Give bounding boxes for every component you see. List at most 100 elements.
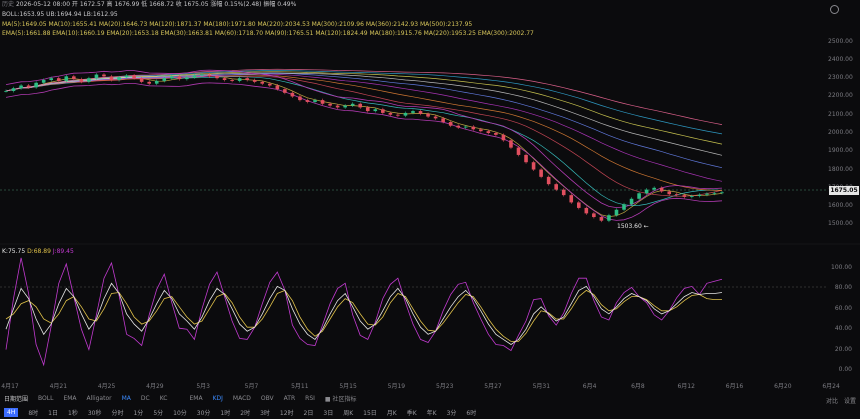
candle-body <box>486 131 491 133</box>
timeframe-button[interactable]: 30分 <box>197 408 211 417</box>
timeframe-button[interactable]: 周K <box>343 408 353 417</box>
sub-indicator-button[interactable]: ■ 社区指标 <box>325 394 357 403</box>
timeframe-button[interactable]: 8时 <box>28 408 38 417</box>
time-axis-tick: 6月20 <box>774 383 792 390</box>
candle-body <box>690 196 694 197</box>
right-tool-button[interactable]: 设置 <box>844 396 856 405</box>
indicator-button[interactable]: EMA <box>63 395 76 402</box>
timeframe-button[interactable]: 1分 <box>133 408 143 417</box>
candle-body <box>629 198 634 205</box>
right-tools: 对比 设置 <box>826 396 856 405</box>
candle-body <box>712 192 717 194</box>
candle-body <box>72 76 76 80</box>
timeframe-button[interactable]: 4H <box>4 407 19 417</box>
time-axis-tick: 5月19 <box>387 383 406 390</box>
candle-body <box>117 77 121 81</box>
candle-body <box>426 113 430 117</box>
price-axis-tick: 2200.00 <box>828 92 853 100</box>
candle-body <box>4 90 8 92</box>
candle-body <box>531 162 536 170</box>
candle-body <box>11 88 16 91</box>
candle-body <box>275 85 280 90</box>
candle-body <box>222 78 227 81</box>
timeframe-button[interactable]: 3分 <box>447 408 457 417</box>
sub-indicator-button[interactable]: MACD <box>233 395 251 402</box>
sub-indicator-button[interactable]: OBV <box>261 395 274 402</box>
timeframe-button[interactable]: 5分 <box>153 408 163 417</box>
timeframe-button[interactable]: 2日 <box>304 408 314 417</box>
price-axis-tick: 2400.00 <box>828 55 853 63</box>
candle-body <box>705 193 709 195</box>
candle-body <box>132 75 136 79</box>
time-axis-tick: 6月4 <box>582 383 597 390</box>
price-chart[interactable] <box>0 0 860 392</box>
candle-body <box>207 74 212 77</box>
candle-body <box>185 77 189 80</box>
candle-body <box>448 122 453 126</box>
price-axis-tick: 1800.00 <box>828 165 853 173</box>
candle-body <box>260 81 265 84</box>
timeframe-button[interactable]: 1时 <box>220 408 230 417</box>
candle-body <box>328 103 332 106</box>
time-axis-tick: 6月24 <box>822 383 840 390</box>
candle-body <box>49 78 54 81</box>
candle-body <box>56 78 61 81</box>
sub-indicator-button[interactable]: KDJ <box>213 395 223 402</box>
sub-indicator-button[interactable]: ATR <box>284 395 295 402</box>
candle-body <box>388 112 393 115</box>
candle-body <box>463 126 468 128</box>
candle-body <box>607 215 611 221</box>
kdj-k-line <box>5 282 723 345</box>
candle-body <box>350 103 355 106</box>
candle-body <box>170 76 174 79</box>
sub-indicator-button[interactable]: EMA <box>190 395 203 402</box>
right-tool-button[interactable]: 对比 <box>826 396 838 405</box>
price-axis-tick: 2100.00 <box>828 110 853 118</box>
indicator-button[interactable]: MA <box>122 395 131 402</box>
timeframe-button[interactable]: 6时 <box>466 408 476 417</box>
indicator-button[interactable]: 日期范围 <box>4 394 28 403</box>
candle-body <box>441 118 445 123</box>
candle-body <box>433 116 438 119</box>
timeframe-button[interactable]: 2时 <box>240 408 250 417</box>
indicator-button[interactable]: Alligator <box>87 395 112 402</box>
timeframe-button[interactable]: 10分 <box>173 408 187 417</box>
candle-body <box>667 191 672 195</box>
timeframe-button[interactable]: 1日 <box>48 408 58 417</box>
timeframe-button[interactable]: 3日 <box>323 408 333 417</box>
timeframe-button[interactable]: 年K <box>427 408 437 417</box>
timeframe-button[interactable]: 季K <box>407 408 417 417</box>
candle-body <box>26 85 31 88</box>
candle-body <box>64 76 69 81</box>
candle-body <box>652 187 656 190</box>
candle-body <box>501 134 506 141</box>
candle-body <box>147 81 151 84</box>
timeframe-toolbar: 4H 8时 1日 1秒 30秒 分时 1分 5分 10分 30分 1时 2时 3时 12时 2日 3日 周K 15… <box>0 405 860 419</box>
candle-body <box>674 194 679 196</box>
candle-body <box>87 78 91 82</box>
sub-indicator-button[interactable]: RSI <box>305 395 315 402</box>
time-axis-tick: 5月31 <box>532 383 551 390</box>
timeframe-button[interactable]: 1秒 <box>68 408 78 417</box>
time-axis-tick: 4月25 <box>97 383 116 390</box>
low-marker-label: 1503.60 ← <box>617 223 649 230</box>
timeframe-button[interactable]: 分时 <box>111 408 123 417</box>
candle-body <box>252 80 257 82</box>
time-axis-tick: 4月21 <box>49 383 68 390</box>
timeframe-button[interactable]: 月K <box>387 408 397 417</box>
timeframe-button[interactable]: 15日 <box>363 408 377 417</box>
time-axis-tick: 6月16 <box>725 383 744 390</box>
time-axis-tick: 4月17 <box>1 383 19 390</box>
price-axis-tick: 2300.00 <box>828 74 853 82</box>
indicator-button[interactable]: BOLL <box>38 395 53 402</box>
candle-body <box>644 189 649 194</box>
candle-body <box>162 78 167 81</box>
timeframe-button[interactable]: 30秒 <box>88 408 102 417</box>
candle-body <box>215 76 219 79</box>
timeframe-button[interactable]: 12时 <box>280 408 294 417</box>
timeframe-button[interactable]: 3时 <box>260 408 270 417</box>
candle-body <box>313 100 317 102</box>
indicator-toolbar: 日期范围 BOLL EMA Alligator MA DC KC EMA KDJ MACD OBV A… <box>0 392 860 405</box>
indicator-button[interactable]: KC <box>160 395 168 402</box>
indicator-button[interactable]: DC <box>141 395 150 402</box>
